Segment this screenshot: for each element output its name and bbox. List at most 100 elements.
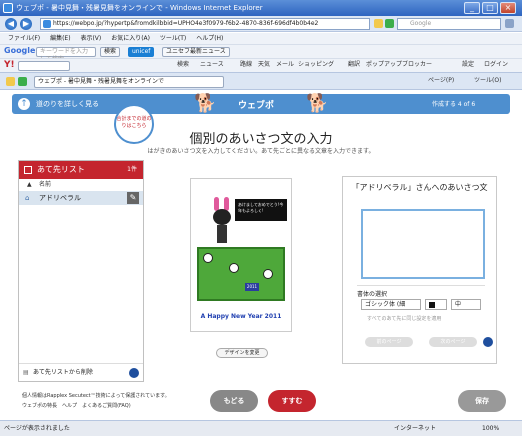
maximize-button[interactable]: □ [482,2,498,14]
address-toolbar: ◀ ▶ https://webpo.jp/?hypertp&fromdkilbb… [0,16,522,32]
browser-tab[interactable]: ウェブポ - 暑中見舞・残暑見舞をオンラインで [34,76,224,88]
window-title: ウェブポ - 暑中見舞・残暑見舞をオンラインで - Windows Intern… [16,4,263,12]
yahoo-search-button[interactable]: 検索 [177,60,189,70]
menu-tools[interactable]: ツール(T) [160,35,186,42]
next-page-button[interactable]: 次のページ [429,337,477,347]
next-button[interactable]: すすむ [268,390,316,412]
edit-pencil-icon[interactable]: ✎ [127,192,139,204]
greeting-panel: 「アドリベラル」さんへのあいさつ文 書体の選択 ゴシック体 (細 中 すべてのあ… [342,176,497,364]
bunny-character [211,197,233,245]
menu-view[interactable]: 表示(V) [80,35,101,42]
help-link[interactable]: ヘルプ [62,403,77,409]
yahoo-settings[interactable]: 設定 [462,60,474,70]
lock-icon[interactable] [374,19,383,28]
google-search-button[interactable]: 検索 [100,47,121,57]
greeting-title: 「アドリベラル」さんへのあいさつ文 [351,183,488,192]
minimize-button[interactable]: _ [464,2,480,14]
name-column-header: ▲ 名前 [19,179,143,191]
speech-bubble: あけましておめでとう!今年もよろしく! [235,199,287,221]
page-menu[interactable]: ページ(P) [428,76,454,86]
faq-link[interactable]: よくあるご質問(FAQ) [82,403,131,409]
footer-links: ウェブポの特長 ヘルプ よくあるご質問(FAQ) [22,402,131,409]
back-nav-button[interactable]: ◀ [5,18,17,30]
delete-recipient-button[interactable]: ▤ あて先リストから削除 [19,363,143,381]
google-toolbar: Google キーワードを入力して検索 検索 unicef ユニセフ最新ニュース [0,44,522,63]
save-button[interactable]: 保存 [458,390,506,412]
status-text: ページが表示されました [4,425,70,432]
google-search-label: 検索 [104,48,117,55]
arrow-up-icon[interactable]: ↑ [18,98,30,110]
forward-nav-button[interactable]: ▶ [20,18,32,30]
menu-bar: ファイル(F) 編集(E) 表示(V) お気に入り(A) ツール(T) ヘルプ(… [0,33,522,44]
size-value: 中 [455,301,462,308]
close-window-button[interactable]: × [500,2,516,14]
add-favorites-icon[interactable] [18,77,27,86]
home-icon: ⌂ [25,194,30,202]
card-preview: あけましておめでとう!今年もよろしく! 2011 A Happy New Yea… [190,178,292,332]
yahoo-mail[interactable]: メール [276,60,294,70]
progress-header: ↑ 道のりを詳しく見る 🐕 ウェブポ 🐕 作成する 4 of 6 [12,94,510,114]
favorites-star-icon[interactable] [6,77,15,86]
status-bar: ページが表示されました インターネット 100% [0,420,522,436]
help-icon[interactable] [483,337,493,347]
sort-arrow-icon[interactable]: ▲ [27,179,32,191]
greeting-textarea[interactable] [361,209,485,279]
feature-link[interactable]: ウェブポの特長 [22,403,57,409]
change-design-button[interactable]: デザインを変更 [216,348,268,358]
menu-edit[interactable]: 編集(E) [50,35,70,42]
recipient-row[interactable]: ⌂ アドリベラル ✎ [19,191,143,205]
trash-icon: ▤ [23,369,29,376]
search-icon[interactable] [505,19,514,28]
tools-menu[interactable]: ツール(O) [474,76,501,86]
yahoo-shopping[interactable]: ショッピング [298,60,334,70]
card-footer: A Happy New Year 2011 [200,313,282,320]
step-indicator: 作成する 4 of 6 [432,101,476,108]
yahoo-news[interactable]: ニュース [200,60,224,70]
delete-label: あて先リストから削除 [33,369,93,376]
yahoo-translate[interactable]: 翻訳 [348,60,360,70]
tab-title: ウェブポ - 暑中見舞・残暑見舞をオンラインで [38,78,164,85]
recipient-title: あて先リスト [37,165,85,174]
refresh-icon[interactable] [385,19,394,28]
ie-icon [3,3,13,13]
menu-favorites[interactable]: お気に入り(A) [111,35,150,42]
list-icon [24,166,32,174]
tab-bar: ウェブポ - 暑中見舞・残暑見舞をオンラインで ページ(P) ツール(O) [0,72,522,90]
size-select[interactable]: 中 [451,299,481,310]
yahoo-weather[interactable]: 天気 [258,60,270,70]
unicef-button[interactable]: unicef [128,47,155,57]
webpo-logo: ウェブポ [238,101,275,111]
col-name-label: 名前 [39,181,52,188]
ie-search-input[interactable]: Google [397,18,501,30]
route-detail-link[interactable]: 道のりを詳しく見る [36,99,99,109]
prev-page-button[interactable]: 前のページ [365,337,413,347]
url-field[interactable]: https://webpo.jp/?hypertp&fromdkilbbid=U… [40,18,370,30]
zone-indicator: インターネット [394,425,437,432]
security-notice: 個人情報はRapplex Secutect™技術によって保護されています。 [22,393,170,399]
color-select[interactable] [425,299,447,310]
google-search-input[interactable]: キーワードを入力して検索 [36,47,96,63]
dog-icon: 🐕 [194,93,217,114]
yahoo-popup-blocker[interactable]: ポップアップブロッカー [366,60,432,70]
yahoo-login[interactable]: ログイン [484,60,508,70]
font-value: ゴシック体 (細 [365,301,406,308]
back-button[interactable]: もどる [210,390,258,412]
page-title: 個別のあいさつ文の入力 [189,132,333,147]
soccer-field: 2011 [197,247,285,301]
window-titlebar: ウェブポ - 暑中見舞・残暑見舞をオンラインで - Windows Intern… [0,0,522,16]
help-icon[interactable] [129,368,139,378]
font-select[interactable]: ゴシック体 (細 [361,299,421,310]
zoom-level[interactable]: 100% [482,421,499,436]
yahoo-search-input[interactable] [18,61,70,71]
apply-all-checkbox[interactable]: すべてのあて先に同じ設定を適用 [367,315,441,322]
recipient-name: アドリベラル [39,194,81,202]
recipient-count: 1件 [127,166,137,173]
unicef-label: unicef [132,48,151,55]
color-swatch [429,302,435,308]
unicef-news-button[interactable]: ユニセフ最新ニュース [162,47,230,57]
menu-help[interactable]: ヘルプ(H) [196,35,223,42]
yahoo-logo: Y! [4,60,15,70]
font-label: 書体の選択 [357,291,388,298]
yahoo-route[interactable]: 路線 [240,60,252,70]
menu-file[interactable]: ファイル(F) [8,35,40,42]
